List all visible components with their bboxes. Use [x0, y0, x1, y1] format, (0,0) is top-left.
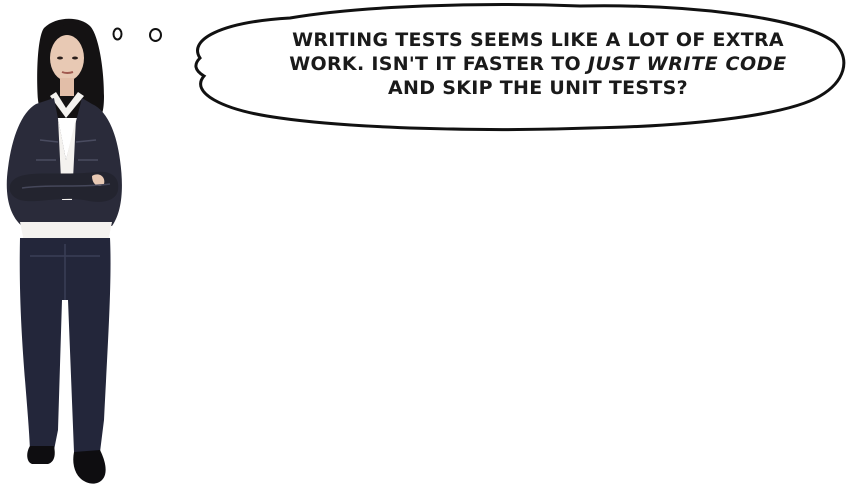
right-shoe [73, 450, 106, 484]
thought-line-3: and skip the unit tests? [388, 77, 688, 99]
mouth [61, 71, 74, 74]
face [50, 35, 84, 81]
neck [60, 78, 74, 96]
thought-dot-large [149, 28, 162, 42]
right-eye [72, 56, 78, 60]
woman-illustration [6, 18, 122, 484]
thought-line-2: work. Isn't it faster to just write code [248, 52, 828, 76]
left-eye [57, 56, 63, 60]
thought-line-1: Writing tests seems like a lot of extra [292, 29, 784, 51]
left-shoe [27, 446, 55, 464]
thought-line-2-prefix: work. Isn't it faster to [289, 53, 588, 75]
thought-emphasis: just write code [587, 53, 787, 75]
thought-dot-small [112, 27, 123, 41]
thought-text: Writing tests seems like a lot of extra … [248, 28, 828, 100]
